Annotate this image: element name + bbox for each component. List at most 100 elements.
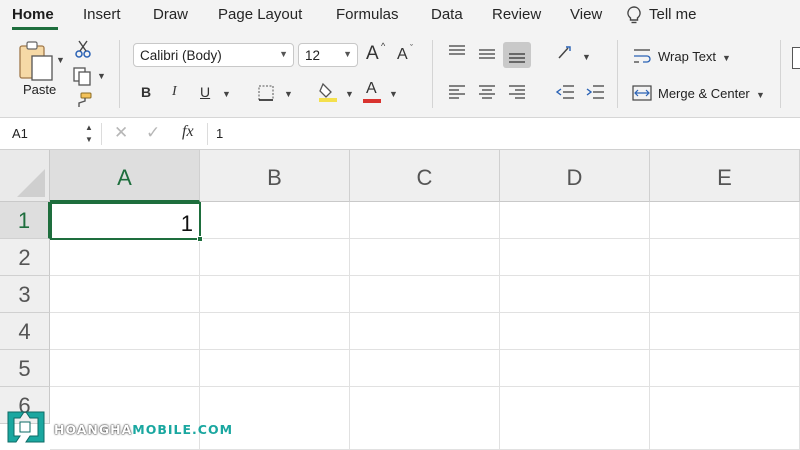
row-header-1[interactable]: 1 [0, 202, 50, 239]
font-name-dropdown[interactable]: Calibri (Body) ▼ [133, 43, 294, 67]
cell-a4[interactable] [50, 313, 200, 350]
name-box[interactable]: A1 [4, 121, 98, 147]
underline-button[interactable]: U [200, 84, 210, 100]
watermark-text-part2: MOBILE.COM [132, 422, 234, 437]
orientation-chevron-down-icon[interactable]: ▼ [582, 52, 591, 62]
number-format-dropdown-partial[interactable] [792, 47, 800, 69]
tab-data[interactable]: Data [431, 6, 463, 23]
cell-b2[interactable] [200, 239, 350, 276]
cell-a5[interactable] [50, 350, 200, 387]
increase-font-size-button[interactable]: A [366, 43, 379, 65]
fill-color-bucket-icon[interactable] [318, 81, 338, 103]
fill-color-chevron-down-icon[interactable]: ▼ [345, 89, 354, 99]
underline-chevron-down-icon[interactable]: ▼ [222, 89, 231, 99]
formula-input[interactable]: 1 [216, 126, 223, 141]
increase-indent-icon[interactable] [585, 83, 605, 101]
align-middle-icon[interactable] [478, 46, 496, 62]
cell-d2[interactable] [500, 239, 650, 276]
cut-scissors-icon[interactable] [74, 39, 92, 59]
cell-a1[interactable]: 1 [50, 202, 201, 240]
merge-center-chevron-down-icon[interactable]: ▼ [756, 90, 765, 100]
copy-options-chevron-down-icon[interactable]: ▼ [97, 71, 106, 81]
cell-e6[interactable] [650, 387, 800, 450]
cell-b4[interactable] [200, 313, 350, 350]
borders-chevron-down-icon[interactable]: ▼ [284, 89, 293, 99]
cell-e1[interactable] [650, 202, 800, 239]
row-header-2[interactable]: 2 [0, 239, 50, 276]
formula-bar-separator [207, 123, 208, 145]
align-right-icon[interactable] [508, 83, 526, 101]
column-header-e[interactable]: E [650, 150, 800, 202]
row-header-4[interactable]: 4 [0, 313, 50, 350]
paste-label[interactable]: Paste [23, 82, 56, 97]
cell-a3[interactable] [50, 276, 200, 313]
cell-d6[interactable] [500, 387, 650, 450]
cell-e2[interactable] [650, 239, 800, 276]
tab-home[interactable]: Home [12, 6, 54, 23]
tab-insert[interactable]: Insert [83, 6, 121, 23]
bold-button[interactable]: B [141, 84, 151, 100]
column-header-c[interactable]: C [350, 150, 500, 202]
tab-formulas[interactable]: Formulas [336, 6, 399, 23]
cell-e5[interactable] [650, 350, 800, 387]
cell-b3[interactable] [200, 276, 350, 313]
cell-d4[interactable] [500, 313, 650, 350]
align-center-icon[interactable] [478, 83, 496, 101]
cell-c2[interactable] [350, 239, 500, 276]
cell-d1[interactable] [500, 202, 650, 239]
font-size-dropdown[interactable]: 12 ▼ [298, 43, 358, 67]
font-color-chevron-down-icon[interactable]: ▼ [389, 89, 398, 99]
row-header-5[interactable]: 5 [0, 350, 50, 387]
align-left-icon[interactable] [448, 83, 466, 101]
column-header-b[interactable]: B [200, 150, 350, 202]
paste-options-chevron-down-icon[interactable]: ▼ [56, 55, 65, 65]
copy-icon[interactable] [72, 66, 94, 86]
enter-check-icon[interactable]: ✓ [146, 123, 160, 143]
insert-function-fx-button[interactable]: fx [182, 123, 194, 141]
decrease-font-size-button[interactable]: A [397, 46, 408, 64]
tab-view[interactable]: View [570, 6, 602, 23]
hoangha-logo-icon [7, 411, 45, 443]
ribbon-home: ▼ Paste ▼ Calibri (Body) ▼ 12 ▼ A ^ A ˇ … [0, 30, 800, 118]
cell-e3[interactable] [650, 276, 800, 313]
font-color-button[interactable]: A [366, 80, 377, 98]
cell-a2[interactable] [50, 239, 200, 276]
merge-center-button[interactable]: Merge & Center [658, 86, 750, 101]
name-box-up-chevron-icon[interactable]: ▲ [85, 123, 93, 132]
cell-c4[interactable] [350, 313, 500, 350]
wrap-text-button[interactable]: Wrap Text [658, 49, 716, 64]
format-painter-icon[interactable] [73, 91, 93, 109]
cell-b6[interactable] [200, 387, 350, 450]
select-all-corner[interactable] [0, 150, 50, 202]
cell-d5[interactable] [500, 350, 650, 387]
merge-center-icon[interactable] [632, 84, 652, 102]
tab-draw[interactable]: Draw [153, 6, 188, 23]
ribbon-separator [780, 40, 781, 108]
paste-icon[interactable] [16, 40, 56, 84]
italic-button[interactable]: I [172, 84, 177, 100]
cancel-x-icon[interactable]: ✕ [114, 123, 128, 143]
cell-d3[interactable] [500, 276, 650, 313]
cell-b5[interactable] [200, 350, 350, 387]
decrease-indent-icon[interactable] [555, 83, 575, 101]
name-box-down-chevron-icon[interactable]: ▼ [85, 135, 93, 144]
cell-c1[interactable] [350, 202, 500, 239]
cell-c6[interactable] [350, 387, 500, 450]
align-top-icon[interactable] [448, 44, 466, 60]
fill-handle[interactable] [197, 236, 203, 242]
tell-me-search[interactable]: Tell me [649, 6, 697, 23]
worksheet-grid: A B C D E 1 2 3 4 5 6 1 [0, 150, 800, 450]
tab-review[interactable]: Review [492, 6, 541, 23]
cell-c5[interactable] [350, 350, 500, 387]
wrap-text-icon[interactable] [632, 47, 652, 65]
wrap-text-chevron-down-icon[interactable]: ▼ [722, 53, 731, 63]
borders-icon[interactable] [257, 84, 275, 102]
cell-c3[interactable] [350, 276, 500, 313]
tab-page-layout[interactable]: Page Layout [218, 6, 302, 23]
column-header-d[interactable]: D [500, 150, 650, 202]
column-header-a[interactable]: A [50, 150, 200, 202]
row-header-3[interactable]: 3 [0, 276, 50, 313]
cell-e4[interactable] [650, 313, 800, 350]
cell-b1[interactable] [200, 202, 350, 239]
orientation-icon[interactable] [556, 44, 576, 62]
